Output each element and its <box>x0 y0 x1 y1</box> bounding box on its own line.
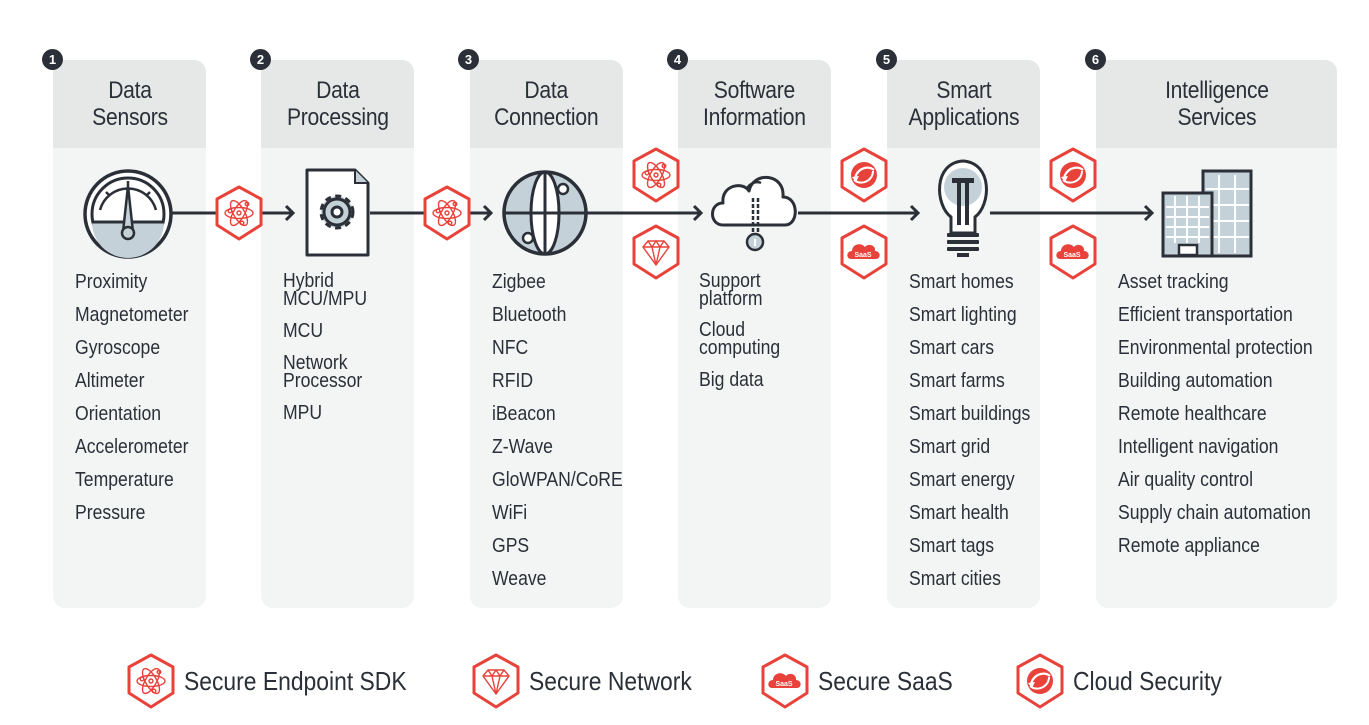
atom-shield-icon <box>217 187 261 239</box>
diamond-shield-icon <box>471 652 521 710</box>
legend-label: Cloud Security <box>1073 665 1222 696</box>
atom-shield-icon <box>425 187 469 239</box>
legend-item-secure-network: Secure Network <box>471 652 714 710</box>
cloud-security-shield-icon <box>842 149 886 201</box>
cloud-security-shield-icon <box>1015 652 1065 710</box>
legend-label: Secure SaaS <box>818 665 953 696</box>
atom-shield-icon <box>634 149 678 201</box>
lightbulb-icon <box>938 159 988 257</box>
diamond-shield-icon <box>634 226 678 278</box>
cloud-info-icon <box>711 175 797 252</box>
gauge-icon <box>83 169 173 259</box>
globe-icon <box>502 170 588 256</box>
cloud-security-shield-icon <box>1051 149 1095 201</box>
gear-document-icon <box>305 168 370 257</box>
legend-label: Secure Endpoint SDK <box>184 665 407 696</box>
legend-item-cloud-security: Cloud Security <box>1015 652 1242 710</box>
saas-shield-icon <box>1051 226 1095 278</box>
legend-label: Secure Network <box>529 665 692 696</box>
saas-shield-icon <box>760 652 810 710</box>
atom-shield-icon <box>126 652 176 710</box>
flow-diagram: SaaS <box>83 0 1253 640</box>
legend-item-secure-endpoint-sdk: Secure Endpoint SDK <box>126 652 437 710</box>
buildings-icon <box>1161 169 1253 258</box>
legend-item-secure-saas: Secure SaaS <box>760 652 971 710</box>
saas-shield-icon <box>842 226 886 278</box>
